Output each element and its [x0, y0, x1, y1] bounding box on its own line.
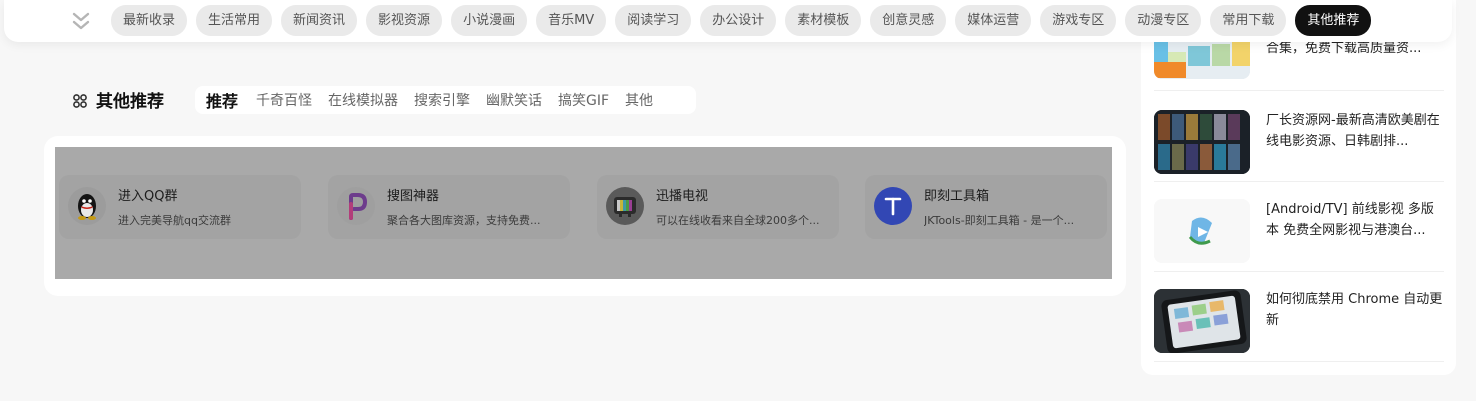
related-posts-sidebar: 合集，免费下载高质量资... 厂长资源网-最新高清欧美剧在线电影资源、日韩剧排.…: [1141, 0, 1456, 375]
category-pill[interactable]: 创意灵感: [870, 5, 947, 36]
divider: [1154, 181, 1444, 182]
category-pill[interactable]: 影视资源: [366, 5, 443, 36]
tab-funny-gif[interactable]: 搞笑GIF: [558, 90, 609, 110]
divider: [1154, 271, 1444, 272]
site-card[interactable]: 进入QQ群 进入完美导航qq交流群: [59, 175, 301, 239]
site-desc: 进入完美导航qq交流群: [118, 214, 231, 227]
site-name: 进入QQ群: [118, 189, 178, 204]
category-pill[interactable]: 游戏专区: [1040, 5, 1117, 36]
post-title: 厂长资源网-最新高清欧美剧在线电影资源、日韩剧排...: [1266, 113, 1440, 149]
section-tabs: 推荐 千奇百怪 在线模拟器 搜索引擎 幽默笑话 搞笑GIF 其他: [195, 86, 696, 114]
grid-icon: [73, 93, 87, 108]
category-pill-active[interactable]: 其他推荐: [1295, 5, 1372, 36]
divider: [1154, 90, 1444, 91]
post-title: 如何彻底禁用 Chrome 自动更新: [1266, 292, 1443, 328]
site-card[interactable]: 搜图神器 聚合各大图库资源，支持免费...: [328, 175, 570, 239]
category-pill[interactable]: 音乐MV: [536, 5, 607, 36]
divider: [1154, 361, 1444, 362]
tab-recommend[interactable]: 推荐: [206, 88, 238, 112]
category-pill[interactable]: 生活常用: [196, 5, 273, 36]
category-list: 最新收录 生活常用 新闻资讯 影视资源 小说漫画 音乐MV 阅读学习 办公设计 …: [111, 5, 1372, 36]
tv-icon: [606, 187, 644, 225]
site-desc: 聚合各大图库资源，支持免费...: [387, 214, 541, 227]
site-card-panel: 进入QQ群 进入完美导航qq交流群 搜图神器 聚合各大图库资源，支持免费...: [44, 136, 1126, 296]
section-title: 其他推荐: [96, 92, 164, 112]
category-bar: 最新收录 生活常用 新闻资讯 影视资源 小说漫画 音乐MV 阅读学习 办公设计 …: [4, 0, 1452, 42]
qq-penguin-icon: [68, 187, 106, 225]
category-pill[interactable]: 办公设计: [700, 5, 777, 36]
jktools-t-icon: [874, 187, 912, 225]
post-item[interactable]: [Android/TV] 前线影视 多版本 免费全网影视与港澳台...: [1154, 199, 1444, 263]
category-pill[interactable]: 动漫专区: [1125, 5, 1202, 36]
category-pill[interactable]: 媒体运营: [955, 5, 1032, 36]
post-thumbnail: [1154, 199, 1250, 263]
post-thumbnail: [1154, 289, 1250, 353]
site-name: 即刻工具箱: [924, 189, 990, 204]
tab-emulators[interactable]: 在线模拟器: [328, 90, 398, 110]
site-desc: JKTools-即刻工具箱 - 是一个...: [924, 214, 1075, 227]
category-pill[interactable]: 阅读学习: [615, 5, 692, 36]
site-name: 搜图神器: [387, 189, 440, 204]
category-pill[interactable]: 素材模板: [785, 5, 862, 36]
post-item[interactable]: 如何彻底禁用 Chrome 自动更新: [1154, 289, 1444, 353]
tab-oddities[interactable]: 千奇百怪: [256, 90, 312, 110]
collapse-chevrons-icon[interactable]: [70, 10, 92, 32]
post-item[interactable]: 厂长资源网-最新高清欧美剧在线电影资源、日韩剧排...: [1154, 110, 1444, 174]
tab-search-engines[interactable]: 搜索引擎: [414, 90, 470, 110]
site-card[interactable]: 即刻工具箱 JKTools-即刻工具箱 - 是一个...: [865, 175, 1107, 239]
post-title: [Android/TV] 前线影视 多版本 免费全网影视与港澳台...: [1266, 202, 1434, 238]
category-pill[interactable]: 小说漫画: [451, 5, 528, 36]
tab-jokes[interactable]: 幽默笑话: [486, 90, 542, 110]
category-pill[interactable]: 常用下载: [1210, 5, 1287, 36]
site-card-grid: 进入QQ群 进入完美导航qq交流群 搜图神器 聚合各大图库资源，支持免费...: [55, 147, 1112, 279]
category-pill[interactable]: 最新收录: [111, 5, 188, 36]
post-thumbnail: [1154, 110, 1250, 174]
category-pill[interactable]: 新闻资讯: [281, 5, 358, 36]
tab-other[interactable]: 其他: [625, 90, 653, 110]
site-name: 迅播电视: [656, 189, 709, 204]
sotu-p-icon: [337, 187, 375, 225]
site-desc: 可以在线收看来自全球200多个...: [656, 214, 820, 227]
site-card[interactable]: 迅播电视 可以在线收看来自全球200多个...: [597, 175, 839, 239]
